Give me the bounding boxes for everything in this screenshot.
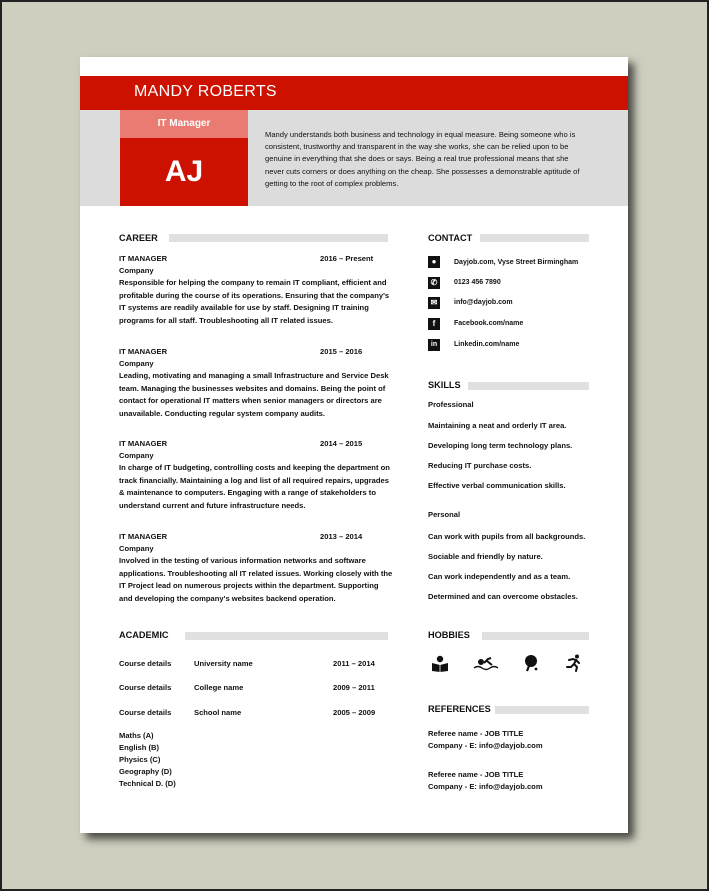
job-role: IT Manager — [120, 110, 248, 138]
facebook-icon: f — [428, 318, 440, 330]
skill-item: Maintaining a neat and orderly IT area. — [428, 421, 567, 430]
job-company: Company — [119, 266, 154, 275]
academic-heading-bar — [185, 632, 388, 640]
contact-heading-bar — [480, 234, 589, 242]
contact-address: Dayjob.com, Vyse Street Birmingham — [454, 259, 579, 266]
job-description: Involved in the testing of various infor… — [119, 556, 393, 603]
career-heading: CAREER — [119, 233, 158, 243]
skill-item: Developing long term technology plans. — [428, 441, 573, 450]
referee-name: Referee name - JOB TITLE — [428, 729, 524, 738]
skill-item: Reducing IT purchase costs. — [428, 461, 532, 470]
job-dates: 2014 – 2015 — [320, 439, 363, 448]
job-company: Company — [119, 359, 154, 368]
email-icon: ✉ — [428, 297, 440, 309]
skills-personal-label: Personal — [428, 510, 461, 519]
linkedin-icon: in — [428, 339, 440, 351]
referee-contact: Company - E: info@dayjob.com — [428, 741, 543, 750]
skill-item: Can work independently and as a team. — [428, 572, 571, 581]
job-title: IT MANAGER — [119, 254, 168, 263]
referee-name: Referee name - JOB TITLE — [428, 770, 524, 779]
references-heading-bar — [495, 706, 589, 714]
job-description: Responsible for helping the company to r… — [119, 278, 390, 325]
contact-heading: CONTACT — [428, 233, 473, 243]
candidate-name: MANDY ROBERTS — [134, 83, 277, 100]
contact-phone: 0123 456 7890 — [454, 279, 501, 286]
academic-dates: 2011 – 2014 — [333, 659, 375, 668]
reading-icon — [432, 655, 448, 672]
phone-icon: ✆ — [428, 277, 440, 289]
skills-heading-bar — [468, 382, 589, 390]
contact-linkedin[interactable]: Linkedin.com/name — [454, 339, 519, 352]
career-heading-bar — [169, 234, 388, 242]
job-company: Company — [119, 451, 154, 460]
initials-badge: AJ — [120, 138, 248, 206]
hobbies-heading: HOBBIES — [428, 630, 470, 640]
swimming-icon — [473, 657, 499, 671]
resume-page: MANDY ROBERTS IT Manager AJ Mandy unders… — [80, 57, 628, 833]
skill-item: Sociable and friendly by nature. — [428, 552, 543, 561]
referee-contact: Company - E: info@dayjob.com — [428, 782, 543, 791]
job-company: Company — [119, 544, 154, 553]
references-heading: REFERENCES — [428, 704, 491, 714]
grade-item: Geography (D) — [119, 767, 172, 776]
profile-summary: Mandy understands both business and tech… — [265, 130, 580, 188]
running-icon — [566, 654, 580, 672]
job-dates: 2013 – 2014 — [320, 532, 363, 541]
grade-item: Technical D. (D) — [119, 779, 176, 788]
academic-dates: 2009 – 2011 — [333, 683, 375, 692]
grade-item: Physics (C) — [119, 755, 161, 764]
job-title: IT MANAGER — [119, 347, 168, 356]
job-dates: 2016 – Present — [320, 254, 374, 263]
skill-item: Can work with pupils from all background… — [428, 532, 586, 541]
name-band: MANDY ROBERTS — [80, 76, 628, 110]
location-pin-icon: ● — [428, 256, 440, 268]
table-tennis-icon — [525, 655, 538, 672]
course-details: Course details — [119, 659, 172, 668]
institution-name: University name — [194, 659, 253, 668]
job-title: IT MANAGER — [119, 439, 168, 448]
job-description: Leading, motivating and managing a small… — [119, 371, 389, 418]
contact-facebook[interactable]: Facebook.com/name — [454, 318, 523, 331]
hobbies-heading-bar — [482, 632, 589, 640]
course-details: Course details — [119, 708, 172, 717]
job-dates: 2015 – 2016 — [320, 347, 363, 356]
grade-item: Maths (A) — [119, 731, 154, 740]
grade-item: English (B) — [119, 743, 160, 752]
skills-heading: SKILLS — [428, 380, 461, 390]
skill-item: Determined and can overcome obstacles. — [428, 592, 578, 601]
job-title: IT MANAGER — [119, 532, 168, 541]
job-description: In charge of IT budgeting, controlling c… — [119, 463, 390, 510]
skill-item: Effective verbal communication skills. — [428, 481, 566, 490]
institution-name: College name — [194, 683, 244, 692]
skills-professional-label: Professional — [428, 400, 474, 409]
academic-dates: 2005 – 2009 — [333, 708, 376, 717]
course-details: Course details — [119, 683, 172, 692]
academic-heading: ACADEMIC — [119, 630, 169, 640]
institution-name: School name — [194, 708, 242, 717]
contact-email[interactable]: info@dayjob.com — [454, 297, 513, 310]
